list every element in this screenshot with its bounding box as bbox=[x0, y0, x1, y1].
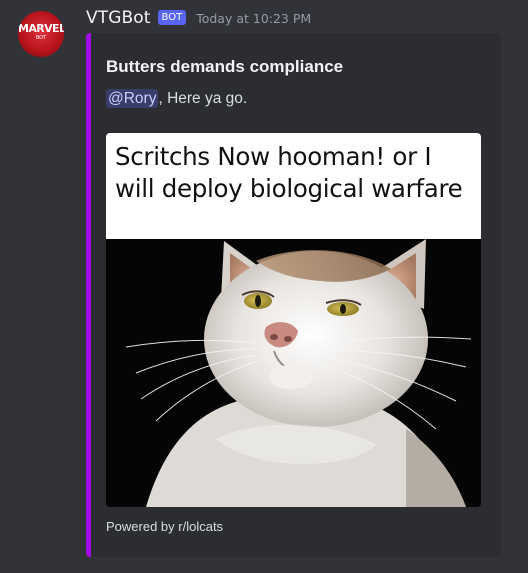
user-mention[interactable]: @Rory bbox=[106, 89, 159, 108]
avatar-logo-text: MARVEL bbox=[18, 22, 64, 35]
meme-caption-box: Scritchs Now hooman! or I will deploy bi… bbox=[106, 133, 481, 239]
message-header: VTGBot BOT Today at 10:23 PM bbox=[86, 6, 311, 30]
bot-avatar[interactable]: MARVEL BOT bbox=[18, 11, 64, 57]
message-timestamp[interactable]: Today at 10:23 PM bbox=[196, 11, 311, 26]
embed-footer: Powered by r/lolcats bbox=[106, 519, 224, 534]
embed-description: @Rory, Here ya go. bbox=[106, 89, 248, 108]
embed-image[interactable]: Scritchs Now hooman! or I will deploy bi… bbox=[106, 133, 481, 507]
embed-title: Butters demands compliance bbox=[106, 57, 344, 76]
cat-photo bbox=[106, 239, 481, 507]
avatar-logo-subtext: BOT bbox=[35, 35, 47, 41]
message-embed: Butters demands compliance @Rory, Here y… bbox=[86, 33, 501, 557]
author-username[interactable]: VTGBot bbox=[86, 8, 151, 28]
meme-caption: Scritchs Now hooman! or I will deploy bi… bbox=[115, 142, 463, 203]
embed-description-text: , Here ya go. bbox=[158, 90, 248, 107]
chat-message: MARVEL BOT VTGBot BOT Today at 10:23 PM … bbox=[0, 0, 528, 573]
bot-tag: BOT bbox=[157, 9, 187, 25]
